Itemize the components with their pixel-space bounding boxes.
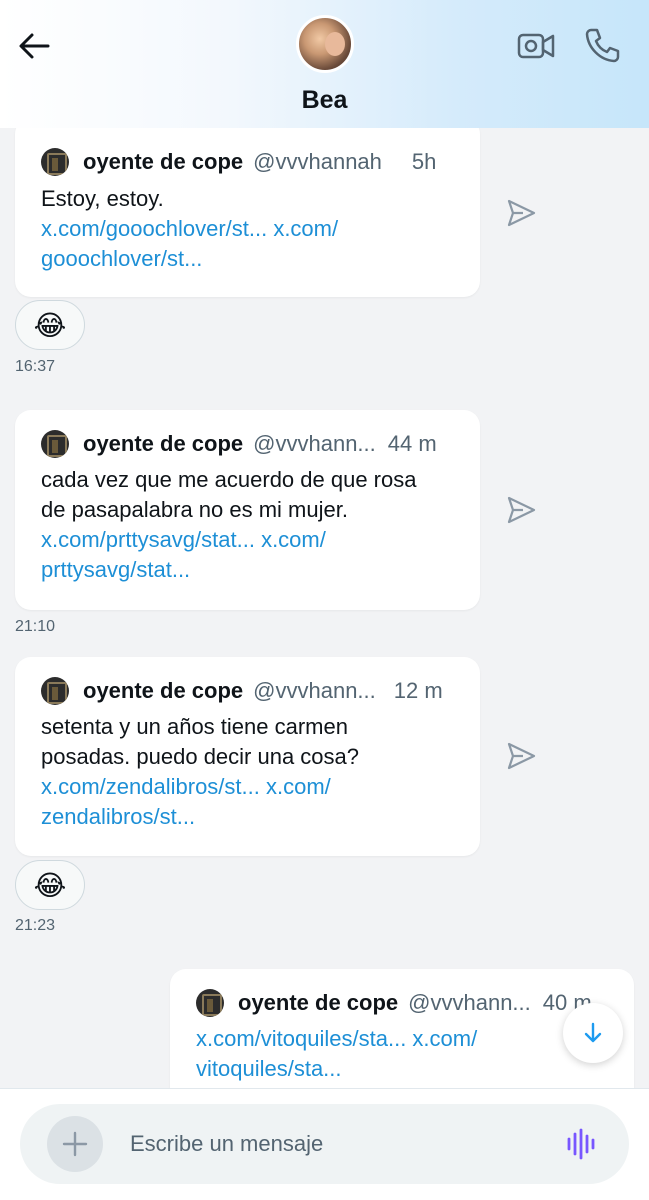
message-composer [20,1104,629,1184]
post-time: 5h [411,149,437,174]
user-handle: @vvvhann... [253,431,376,456]
voice-waveform-icon [567,1128,595,1160]
user-avatar [41,430,69,458]
composer-bar [0,1088,649,1200]
post-text: cada vez que me acuerdo de que rosa [41,467,417,492]
message-timestamp: 21:23 [15,917,56,934]
post-link[interactable]: x.com/vitoquiles/sta... x.com/ [196,1024,610,1054]
message-timestamp: 21:10 [15,618,56,635]
laughing-emoji-icon: 😂 [33,869,67,901]
user-avatar [41,677,69,705]
shared-post-card[interactable]: oyente de cope @vvvhann... 44 m cada vez… [15,410,480,610]
share-button[interactable] [505,740,537,772]
share-icon [507,199,536,227]
post-text: de pasapalabra no es mi mujer. [41,497,348,522]
conversation-header: Bea [0,0,649,128]
phone-icon [585,28,620,63]
display-name: oyente de cope [83,149,244,174]
contact-name[interactable]: Bea [0,86,649,115]
user-avatar [196,989,224,1017]
laughing-emoji-icon: 😂 [33,309,67,341]
post-link[interactable]: vitoquiles/sta... [196,1054,610,1084]
display-name: oyente de cope [238,990,399,1015]
shared-post-card[interactable]: oyente de cope @vvvhannah 5h Estoy, esto… [15,118,480,297]
scroll-to-bottom-button[interactable] [563,1003,623,1063]
post-link[interactable]: gooochlover/st... [41,244,456,274]
video-call-button[interactable] [516,26,556,66]
display-name: oyente de cope [83,431,244,456]
back-button[interactable] [14,26,54,66]
plus-icon [62,1131,88,1157]
post-text: posadas. puedo decir una cosa? [41,744,360,769]
voice-message-button[interactable] [564,1126,600,1162]
post-link[interactable]: x.com/prttysavg/stat... x.com/ [41,525,456,555]
post-link[interactable]: x.com/zendalibros/st... x.com/ [41,772,456,802]
message-timestamp: 16:37 [15,358,56,375]
user-handle: @vvvhann... [408,990,531,1015]
arrow-down-icon [584,1022,602,1043]
post-text: Estoy, estoy. [41,186,164,211]
share-icon [507,496,536,524]
user-handle: @vvvhannah [253,149,382,174]
add-attachment-button[interactable] [47,1116,103,1172]
share-button[interactable] [505,494,537,526]
post-time: 12 m [393,678,443,703]
shared-post-card[interactable]: oyente de cope @vvvhann... 12 m setenta … [15,657,480,856]
display-name: oyente de cope [83,678,244,703]
post-text: setenta y un años tiene carmen [41,714,348,739]
reaction-badge[interactable]: 😂 [15,860,85,910]
post-link[interactable]: prttysavg/stat... [41,555,456,585]
phone-call-button[interactable] [582,24,624,66]
video-camera-icon [517,33,555,59]
post-time: 44 m [387,431,437,456]
contact-avatar[interactable] [296,15,354,73]
user-avatar [41,148,69,176]
share-icon [507,742,536,770]
post-link[interactable]: x.com/gooochlover/st... x.com/ [41,214,456,244]
user-handle: @vvvhann... [253,678,376,703]
reaction-badge[interactable]: 😂 [15,300,85,350]
back-arrow-icon [19,33,50,59]
share-button[interactable] [505,197,537,229]
message-input[interactable] [130,1126,530,1162]
post-link[interactable]: zendalibros/st... [41,802,456,832]
